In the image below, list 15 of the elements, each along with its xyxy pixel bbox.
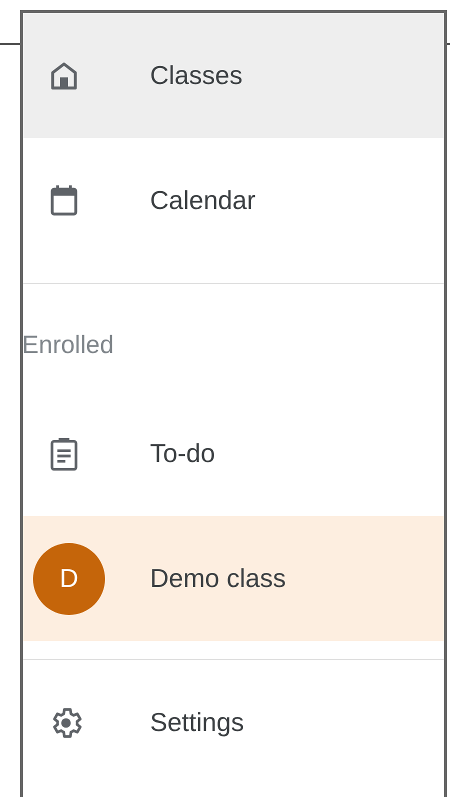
class-avatar: D	[33, 542, 105, 614]
home-icon	[48, 60, 80, 92]
nav-item[interactable]: Classes	[23, 13, 444, 138]
nav-label: Settings	[150, 706, 244, 739]
nav-item[interactable]: D Demo class	[23, 516, 444, 641]
clipboard-icon	[48, 436, 80, 472]
nav-label: Calendar	[150, 184, 256, 217]
nav-item[interactable]: Calendar	[23, 138, 444, 263]
nav-label: Demo class	[150, 562, 286, 595]
nav-item[interactable]: To-do	[23, 391, 444, 516]
calendar-icon	[48, 184, 80, 218]
nav-label: Classes	[150, 59, 242, 92]
section-heading: Enrolled	[22, 331, 114, 359]
nav-item[interactable]: Settings	[23, 660, 444, 785]
nav-label: To-do	[150, 437, 216, 470]
